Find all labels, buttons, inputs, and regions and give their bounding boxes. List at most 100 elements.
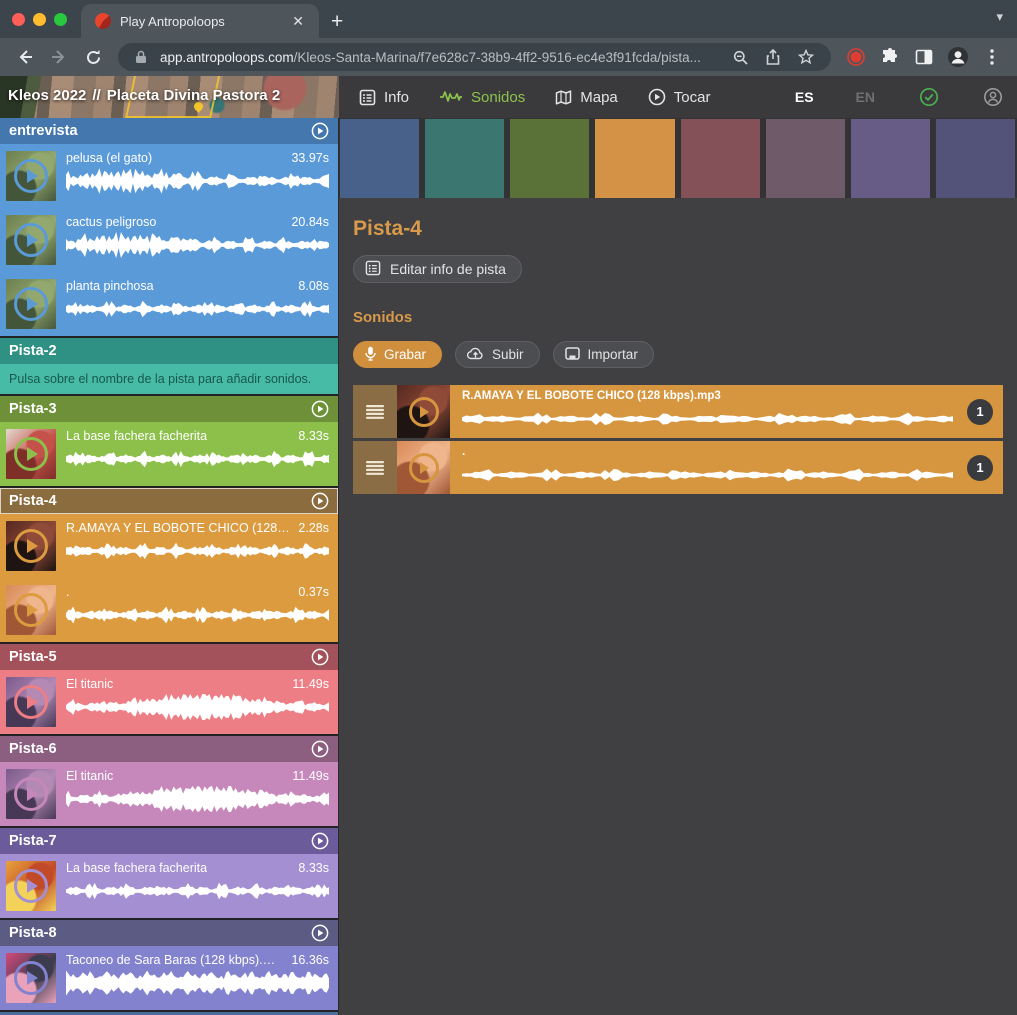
track-play-icon[interactable] — [311, 832, 329, 850]
sound-clip[interactable]: pelusa (el gato) 33.97s — [0, 144, 338, 208]
zoom-out-icon[interactable] — [728, 50, 753, 65]
clip-duration: 11.49s — [292, 769, 329, 783]
clip-thumbnail[interactable] — [6, 429, 56, 479]
clip-title: El titanic — [66, 677, 113, 691]
nav-item-mapa[interactable]: Mapa — [555, 89, 618, 106]
track-header[interactable]: entrevista — [0, 118, 338, 144]
sound-clip[interactable]: planta pinchosa 8.08s — [0, 272, 338, 336]
import-button-label: Importar — [588, 347, 638, 362]
import-button[interactable]: Importar — [553, 341, 654, 368]
sound-row-play-icon[interactable] — [409, 453, 439, 483]
track-play-icon[interactable] — [311, 648, 329, 666]
clip-thumbnail[interactable] — [6, 521, 56, 571]
sync-check-icon[interactable] — [919, 87, 939, 107]
sound-clip[interactable]: El titanic 11.49s — [0, 762, 338, 826]
sound-row-body[interactable]: R.AMAYA Y EL BOBOTE CHICO (128 kbps).mp3… — [450, 385, 1003, 438]
reload-button[interactable] — [78, 42, 108, 72]
address-bar[interactable]: app.antropoloops.com/Kleos-Santa-Marina/… — [118, 43, 831, 71]
sidebar-track: entrevista pelusa (el gato) 33.97s cactu… — [0, 118, 338, 336]
sound-clip[interactable]: El titanic 11.49s — [0, 670, 338, 734]
window-zoom-button[interactable] — [54, 13, 67, 26]
track-header[interactable]: Pista-4 — [0, 488, 338, 514]
extensions-puzzle-icon[interactable] — [875, 42, 905, 72]
clip-play-icon[interactable] — [14, 685, 48, 719]
bookmark-star-icon[interactable] — [793, 49, 819, 65]
clip-play-icon[interactable] — [14, 869, 48, 903]
clip-play-icon[interactable] — [14, 777, 48, 811]
sound-row-body[interactable]: . 1 — [450, 441, 1003, 494]
sound-clip[interactable]: cactus peligroso 20.84s — [0, 208, 338, 272]
clip-play-icon[interactable] — [14, 437, 48, 471]
nav-item-info[interactable]: Info — [359, 89, 409, 106]
breadcrumb-project[interactable]: Kleos 2022 — [8, 87, 86, 104]
share-icon[interactable] — [761, 49, 785, 65]
track-swatch-6[interactable] — [766, 119, 845, 198]
clip-thumbnail[interactable] — [6, 279, 56, 329]
sound-clip[interactable]: . 0.37s — [0, 578, 338, 642]
browser-menu-kebab-icon[interactable] — [977, 42, 1007, 72]
record-extension-icon[interactable] — [841, 42, 871, 72]
side-panel-icon[interactable] — [909, 42, 939, 72]
clip-thumbnail[interactable] — [6, 215, 56, 265]
sound-clip[interactable]: La base fachera facherita 8.33s — [0, 422, 338, 486]
track-hint-text: Pulsa sobre el nombre de la pista para a… — [0, 364, 338, 394]
back-button[interactable] — [10, 42, 40, 72]
sound-row-play-icon[interactable] — [409, 397, 439, 427]
track-play-icon[interactable] — [311, 492, 329, 510]
clip-thumbnail[interactable] — [6, 953, 56, 1003]
track-play-icon[interactable] — [311, 400, 329, 418]
tab-close-icon[interactable]: ✕ — [287, 11, 309, 32]
sound-clip[interactable]: R.AMAYA Y EL BOBOTE CHICO (128 kbps).mp3… — [0, 514, 338, 578]
browser-profile-avatar[interactable] — [943, 42, 973, 72]
track-header[interactable]: Pista-3 — [0, 396, 338, 422]
lang-es-button[interactable]: ES — [795, 89, 814, 105]
clip-play-icon[interactable] — [14, 223, 48, 257]
clip-play-icon[interactable] — [14, 529, 48, 563]
track-header[interactable]: Pista-8 — [0, 920, 338, 946]
edit-track-info-button[interactable]: Editar info de pista — [353, 255, 522, 283]
track-play-icon[interactable] — [311, 924, 329, 942]
track-swatch-2[interactable] — [425, 119, 504, 198]
track-header[interactable]: Pista-7 — [0, 828, 338, 854]
clip-play-icon[interactable] — [14, 593, 48, 627]
window-minimize-button[interactable] — [33, 13, 46, 26]
track-swatch-7[interactable] — [851, 119, 930, 198]
clip-play-icon[interactable] — [14, 961, 48, 995]
forward-button[interactable] — [44, 42, 74, 72]
track-swatch-3[interactable] — [510, 119, 589, 198]
nav-item-sonidos[interactable]: Sonidos — [439, 89, 525, 106]
clip-play-icon[interactable] — [14, 287, 48, 321]
track-play-icon[interactable] — [311, 740, 329, 758]
clip-thumbnail[interactable] — [6, 585, 56, 635]
sound-row-thumbnail[interactable] — [397, 385, 450, 438]
clip-thumbnail[interactable] — [6, 769, 56, 819]
nav-item-tocar[interactable]: Tocar — [648, 88, 711, 106]
sound-row-thumbnail[interactable] — [397, 441, 450, 494]
browser-tab[interactable]: Play Antropoloops ✕ — [81, 4, 319, 38]
record-button[interactable]: Grabar — [353, 341, 442, 368]
track-header[interactable]: Pista-6 — [0, 736, 338, 762]
sound-clip[interactable]: La base fachera facherita 8.33s — [0, 854, 338, 918]
clip-thumbnail[interactable] — [6, 151, 56, 201]
map-banner[interactable]: Kleos 2022//Placeta Divina Pastora 2 — [0, 76, 339, 118]
track-swatch-8[interactable] — [936, 119, 1015, 198]
clip-thumbnail[interactable] — [6, 677, 56, 727]
lang-en-button[interactable]: EN — [856, 89, 875, 105]
track-swatch-1[interactable] — [340, 119, 419, 198]
window-close-button[interactable] — [12, 13, 25, 26]
upload-button[interactable]: Subir — [455, 341, 540, 368]
tab-search-chevron-icon[interactable]: ▾ — [996, 9, 1003, 25]
track-header[interactable]: Pista-5 — [0, 644, 338, 670]
track-swatch-4-selected[interactable] — [595, 119, 674, 198]
sound-clip[interactable]: Taconeo de Sara Baras (128 kbps).mp3 16.… — [0, 946, 338, 1010]
track-swatch-5[interactable] — [681, 119, 760, 198]
account-icon[interactable] — [983, 87, 1003, 107]
drag-handle-icon[interactable] — [353, 441, 397, 494]
new-tab-button[interactable]: + — [319, 10, 357, 38]
clip-play-icon[interactable] — [14, 159, 48, 193]
track-play-icon[interactable] — [311, 122, 329, 140]
drag-handle-icon[interactable] — [353, 385, 397, 438]
clip-thumbnail[interactable] — [6, 861, 56, 911]
browser-tab-strip: Play Antropoloops ✕ + ▾ — [0, 0, 1017, 38]
track-header[interactable]: Pista-2 — [0, 338, 338, 364]
